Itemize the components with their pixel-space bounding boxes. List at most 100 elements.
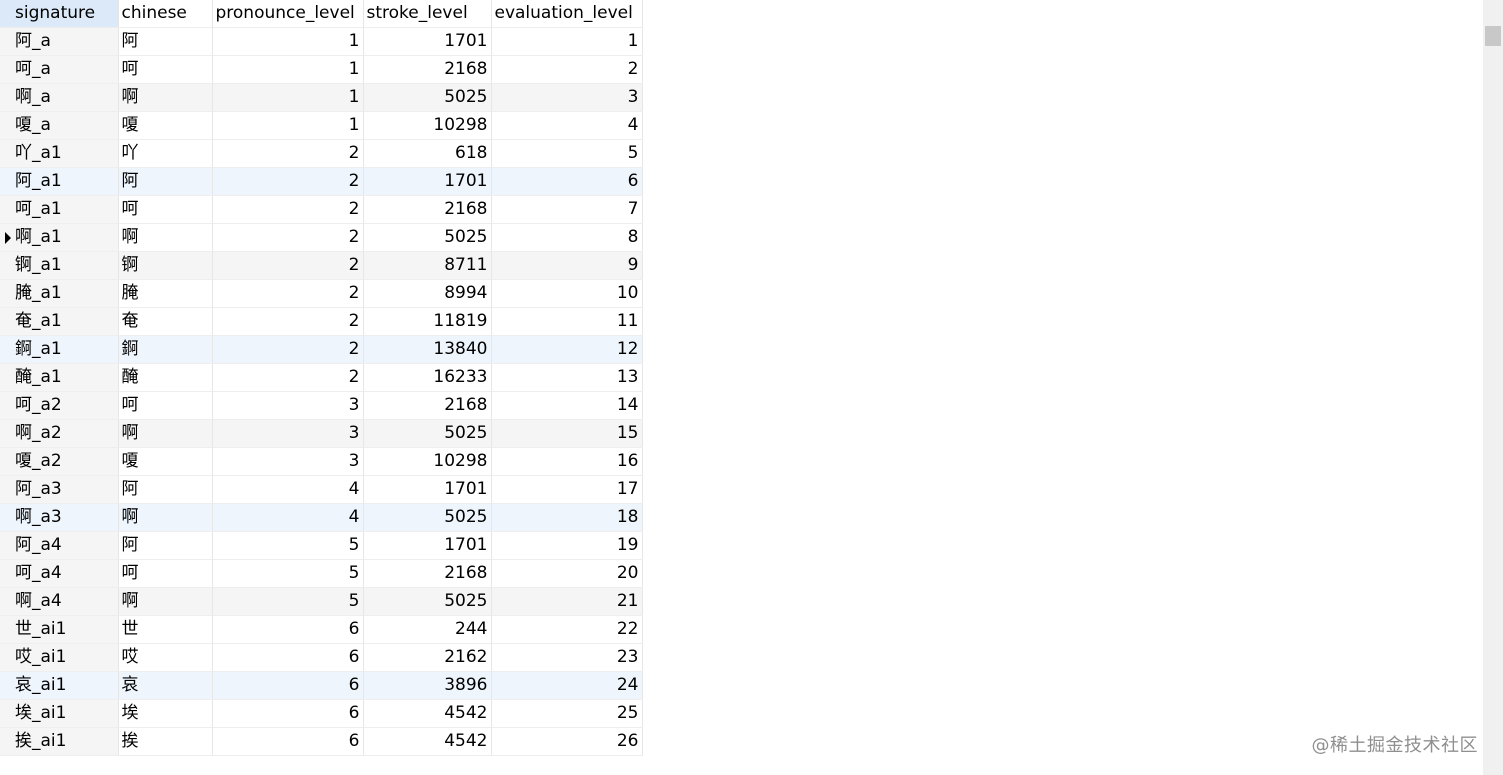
table-row[interactable]: 呵_a4 呵 5 2168 20 <box>0 559 643 588</box>
cell-signature[interactable]: 阿_a4 <box>0 531 119 560</box>
cell-evaluation-level[interactable]: 1 <box>491 27 643 56</box>
table-row[interactable]: 啊_a2 啊 3 5025 15 <box>0 419 643 448</box>
cell-stroke-level[interactable]: 1701 <box>363 167 492 196</box>
cell-pronounce-level[interactable]: 5 <box>212 531 364 560</box>
cell-signature[interactable]: 腌_a1 <box>0 279 119 308</box>
cell-pronounce-level[interactable]: 1 <box>212 55 364 84</box>
cell-pronounce-level[interactable]: 2 <box>212 167 364 196</box>
table-row[interactable]: 阿_a3 阿 4 1701 17 <box>0 475 643 504</box>
cell-stroke-level[interactable]: 5025 <box>363 587 492 616</box>
cell-stroke-level[interactable]: 10298 <box>363 447 492 476</box>
cell-pronounce-level[interactable]: 3 <box>212 419 364 448</box>
cell-signature[interactable]: 錒_a1 <box>0 335 119 364</box>
cell-evaluation-level[interactable]: 10 <box>491 279 643 308</box>
cell-evaluation-level[interactable]: 19 <box>491 531 643 560</box>
cell-signature[interactable]: 啊_a3 <box>0 503 119 532</box>
cell-chinese[interactable]: 呵 <box>118 391 213 420</box>
cell-stroke-level[interactable]: 8994 <box>363 279 492 308</box>
cell-chinese[interactable]: 世 <box>118 615 213 644</box>
cell-chinese[interactable]: 埃 <box>118 699 213 728</box>
cell-chinese[interactable]: 嗄 <box>118 447 213 476</box>
table-row[interactable]: 阿_a4 阿 5 1701 19 <box>0 531 643 560</box>
cell-signature[interactable]: 阿_a3 <box>0 475 119 504</box>
table-row[interactable]: 奄_a1 奄 2 11819 11 <box>0 307 643 336</box>
cell-signature[interactable]: 锕_a1 <box>0 251 119 280</box>
cell-evaluation-level[interactable]: 2 <box>491 55 643 84</box>
table-row[interactable]: 挨_ai1 挨 6 4542 26 <box>0 727 643 756</box>
cell-evaluation-level[interactable]: 9 <box>491 251 643 280</box>
column-header-stroke-level[interactable]: stroke_level <box>363 0 492 28</box>
cell-signature[interactable]: 啊_a1 <box>0 223 119 252</box>
cell-pronounce-level[interactable]: 4 <box>212 503 364 532</box>
cell-pronounce-level[interactable]: 3 <box>212 391 364 420</box>
cell-chinese[interactable]: 啊 <box>118 503 213 532</box>
cell-stroke-level[interactable]: 5025 <box>363 223 492 252</box>
cell-signature[interactable]: 挨_ai1 <box>0 727 119 756</box>
cell-evaluation-level[interactable]: 12 <box>491 335 643 364</box>
cell-chinese[interactable]: 呵 <box>118 559 213 588</box>
cell-pronounce-level[interactable]: 1 <box>212 83 364 112</box>
cell-signature[interactable]: 哎_ai1 <box>0 643 119 672</box>
cell-chinese[interactable]: 哀 <box>118 671 213 700</box>
cell-chinese[interactable]: 醃 <box>118 363 213 392</box>
cell-signature[interactable]: 醃_a1 <box>0 363 119 392</box>
cell-evaluation-level[interactable]: 13 <box>491 363 643 392</box>
cell-signature[interactable]: 奄_a1 <box>0 307 119 336</box>
cell-chinese[interactable]: 吖 <box>118 139 213 168</box>
column-header-chinese[interactable]: chinese <box>118 0 213 28</box>
cell-signature[interactable]: 嗄_a <box>0 111 119 140</box>
cell-stroke-level[interactable]: 244 <box>363 615 492 644</box>
cell-pronounce-level[interactable]: 5 <box>212 587 364 616</box>
table-row[interactable]: 腌_a1 腌 2 8994 10 <box>0 279 643 308</box>
cell-signature[interactable]: 埃_ai1 <box>0 699 119 728</box>
table-row[interactable]: 錒_a1 錒 2 13840 12 <box>0 335 643 364</box>
cell-chinese[interactable]: 呵 <box>118 195 213 224</box>
cell-chinese[interactable]: 阿 <box>118 27 213 56</box>
cell-signature[interactable]: 啊_a <box>0 83 119 112</box>
cell-pronounce-level[interactable]: 6 <box>212 615 364 644</box>
table-row[interactable]: 呵_a1 呵 2 2168 7 <box>0 195 643 224</box>
table-row[interactable]: 啊_a4 啊 5 5025 21 <box>0 587 643 616</box>
cell-pronounce-level[interactable]: 2 <box>212 307 364 336</box>
cell-evaluation-level[interactable]: 15 <box>491 419 643 448</box>
cell-pronounce-level[interactable]: 6 <box>212 671 364 700</box>
cell-stroke-level[interactable]: 4542 <box>363 699 492 728</box>
cell-evaluation-level[interactable]: 11 <box>491 307 643 336</box>
cell-evaluation-level[interactable]: 21 <box>491 587 643 616</box>
cell-pronounce-level[interactable]: 2 <box>212 363 364 392</box>
cell-signature[interactable]: 阿_a1 <box>0 167 119 196</box>
column-header-signature[interactable]: signature <box>0 0 119 28</box>
table-row[interactable]: 哎_ai1 哎 6 2162 23 <box>0 643 643 672</box>
table-row[interactable]: 嗄_a2 嗄 3 10298 16 <box>0 447 643 476</box>
cell-chinese[interactable]: 錒 <box>118 335 213 364</box>
cell-signature[interactable]: 啊_a2 <box>0 419 119 448</box>
cell-chinese[interactable]: 阿 <box>118 531 213 560</box>
cell-chinese[interactable]: 啊 <box>118 419 213 448</box>
cell-stroke-level[interactable]: 4542 <box>363 727 492 756</box>
cell-stroke-level[interactable]: 10298 <box>363 111 492 140</box>
cell-stroke-level[interactable]: 1701 <box>363 531 492 560</box>
cell-evaluation-level[interactable]: 17 <box>491 475 643 504</box>
cell-stroke-level[interactable]: 5025 <box>363 83 492 112</box>
cell-pronounce-level[interactable]: 4 <box>212 475 364 504</box>
cell-chinese[interactable]: 啊 <box>118 83 213 112</box>
table-row[interactable]: 埃_ai1 埃 6 4542 25 <box>0 699 643 728</box>
cell-stroke-level[interactable]: 3896 <box>363 671 492 700</box>
table-row[interactable]: 呵_a2 呵 3 2168 14 <box>0 391 643 420</box>
scrollbar-thumb[interactable] <box>1485 26 1501 46</box>
cell-evaluation-level[interactable]: 7 <box>491 195 643 224</box>
cell-chinese[interactable]: 阿 <box>118 475 213 504</box>
cell-stroke-level[interactable]: 2168 <box>363 195 492 224</box>
cell-pronounce-level[interactable]: 2 <box>212 251 364 280</box>
cell-evaluation-level[interactable]: 14 <box>491 391 643 420</box>
cell-signature[interactable]: 吖_a1 <box>0 139 119 168</box>
cell-pronounce-level[interactable]: 1 <box>212 27 364 56</box>
column-header-evaluation-level[interactable]: evaluation_level <box>491 0 643 28</box>
cell-pronounce-level[interactable]: 1 <box>212 111 364 140</box>
cell-evaluation-level[interactable]: 3 <box>491 83 643 112</box>
cell-stroke-level[interactable]: 2162 <box>363 643 492 672</box>
cell-pronounce-level[interactable]: 3 <box>212 447 364 476</box>
cell-pronounce-level[interactable]: 2 <box>212 139 364 168</box>
cell-chinese[interactable]: 奄 <box>118 307 213 336</box>
cell-chinese[interactable]: 腌 <box>118 279 213 308</box>
